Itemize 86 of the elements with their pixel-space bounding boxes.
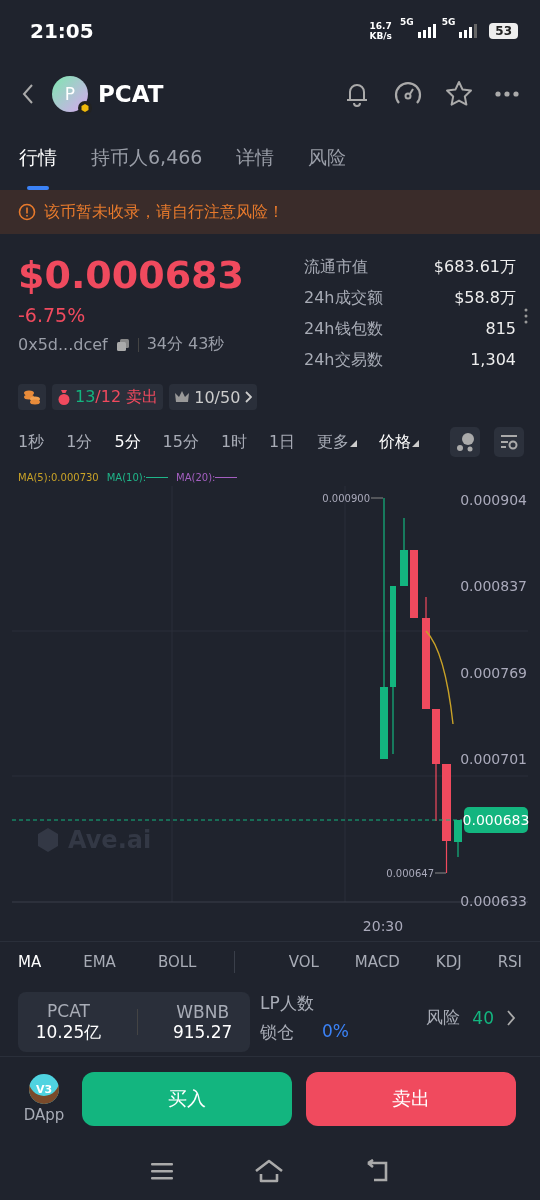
buy-sell-count: 13/12 卖出	[75, 386, 159, 408]
speed-unit: KB/s	[369, 31, 392, 41]
indicator-tab[interactable]: EMA	[83, 953, 116, 971]
indicator-tab[interactable]: MACD	[354, 953, 400, 971]
chart-type-dropdown[interactable]: 价格	[379, 431, 422, 453]
chart-settings-icon[interactable]	[494, 427, 524, 457]
pool-token: PCAT	[47, 1000, 90, 1021]
timeframe-tab[interactable]: 1分	[66, 431, 95, 453]
money-bag-icon	[57, 389, 71, 405]
signal-icon	[459, 24, 480, 38]
dapp-button[interactable]: V3 DApp	[20, 1074, 68, 1124]
price-change: -6.75%	[18, 304, 87, 326]
timeframe-tab[interactable]: 1时	[220, 431, 250, 453]
candle	[454, 820, 462, 857]
coins-badge[interactable]	[18, 384, 46, 410]
stat-value: $683.61万	[433, 256, 516, 278]
top-holders-badge[interactable]: 10/50	[169, 384, 258, 410]
indicator-tab[interactable]: RSI	[497, 953, 522, 971]
price-value: $0.000683	[18, 252, 244, 298]
crown-icon	[174, 390, 191, 404]
lock-label: 锁仓	[260, 1021, 294, 1044]
star-icon[interactable]	[444, 78, 474, 109]
chain-icon	[78, 100, 92, 115]
pool-amount: 10.25亿	[35, 1020, 102, 1044]
tab[interactable]: 行情	[19, 125, 57, 190]
stat-label: 24h成交额	[304, 287, 383, 309]
stat-value: 1,304	[470, 349, 516, 371]
signal-icon	[417, 24, 438, 38]
status-time: 21:05	[30, 19, 94, 43]
timeframe-tab[interactable]: 15分	[162, 431, 201, 453]
pool-token: WBNB	[176, 1002, 230, 1022]
stat-label: 24h交易数	[304, 349, 383, 371]
indicator-tab[interactable]: KDJ	[435, 953, 462, 971]
lock-value: 0%	[322, 1021, 349, 1043]
timeframe-tab[interactable]: 1日	[269, 431, 298, 453]
trades-badge[interactable]: 13/12 卖出	[52, 384, 164, 410]
timeframe-tab[interactable]: 更多	[317, 431, 360, 453]
indicator-tab[interactable]: VOL	[288, 953, 319, 971]
sell-button[interactable]: 卖出	[306, 1072, 516, 1126]
stat-label: 流通市值	[304, 256, 368, 278]
indicator-tab[interactable]: BOLL	[157, 953, 197, 971]
warning-text: 该币暂未收录，请自行注意风险！	[44, 201, 284, 223]
battery-indicator: 53	[489, 23, 518, 39]
high-price-label: 0.000900	[322, 493, 370, 504]
token-title: PCAT	[98, 80, 164, 107]
network-type: 5G	[441, 17, 456, 27]
tab[interactable]: 详情	[236, 125, 275, 190]
drag-handle-icon[interactable]	[524, 308, 528, 324]
pool-amount: 915.27	[172, 1022, 233, 1042]
stat-value: $58.8万	[454, 287, 516, 309]
timeframe-tab[interactable]: 1秒	[18, 431, 47, 453]
risk-link[interactable]: 风险 40	[426, 1006, 516, 1029]
token-age: 34分 43秒	[146, 334, 225, 355]
dapp-icon: V3	[29, 1074, 59, 1104]
lp-label: LP人数	[260, 992, 315, 1015]
stat-label: 24h钱包数	[304, 318, 383, 340]
chevron-icon	[506, 1008, 516, 1027]
indicator-tab[interactable]: MA	[18, 953, 42, 971]
candle	[410, 550, 418, 618]
y-axis-label: 0.000837	[460, 578, 527, 594]
copy-icon[interactable]	[115, 337, 130, 352]
stat-value: 815	[485, 318, 516, 340]
network-speed: 16.7	[369, 21, 392, 31]
bubbles-icon[interactable]	[450, 427, 480, 457]
y-axis-label: 0.000904	[460, 492, 527, 508]
tab[interactable]: 持币人6,466	[91, 125, 203, 190]
contract-address: 0x5d...dcef	[18, 335, 108, 354]
warning-icon	[18, 203, 36, 221]
timeframe-tab[interactable]: 5分	[114, 431, 143, 453]
watermark-logo-icon	[38, 828, 58, 852]
low-price-label: 0.000647	[386, 868, 434, 879]
candle	[400, 518, 408, 586]
ma-legend: MA(10):	[106, 470, 169, 484]
tab[interactable]: 风险	[308, 125, 347, 190]
network-type: 5G	[400, 17, 414, 27]
y-axis-label: 0.000701	[460, 751, 527, 767]
home-icon[interactable]	[254, 1158, 284, 1183]
ma-legend: MA(5):0.000730	[18, 470, 99, 484]
ma-legend: MA(20):	[176, 470, 238, 484]
more-icon[interactable]	[494, 89, 520, 98]
menu-icon[interactable]	[150, 1160, 174, 1181]
y-axis-label: 0.000633	[460, 893, 527, 909]
x-axis-label: 20:30	[362, 918, 404, 934]
chevron-icon	[244, 391, 253, 403]
y-axis-label: 0.000769	[460, 665, 527, 681]
coins-icon	[23, 389, 41, 405]
